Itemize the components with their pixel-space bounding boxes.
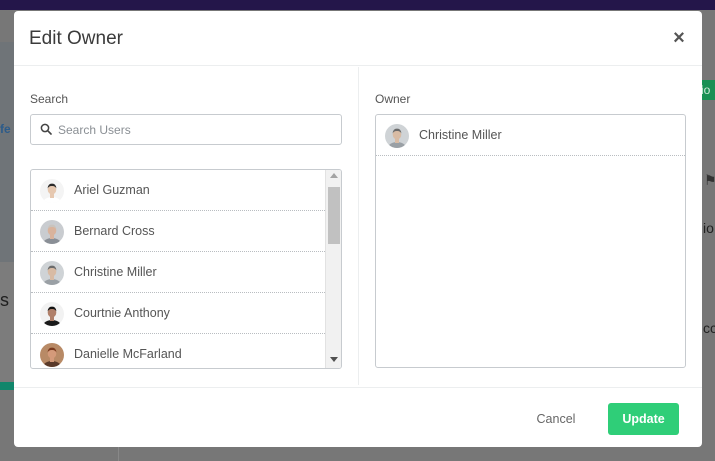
background-left-text: s xyxy=(0,290,9,310)
scroll-thumb[interactable] xyxy=(328,187,340,244)
users-list[interactable]: Ariel Guzman Bernard Cross Christine Mille… xyxy=(30,169,342,369)
background-right-text-lower: cc xyxy=(703,320,715,336)
search-label: Search xyxy=(30,92,69,106)
user-name: Courtnie Anthony xyxy=(74,306,170,320)
background-right-text: io xyxy=(703,220,714,236)
users-list-scrollbar[interactable] xyxy=(325,170,341,368)
search-field[interactable] xyxy=(30,114,342,145)
avatar xyxy=(385,124,409,148)
owner-list: Christine Miller xyxy=(375,114,686,368)
background-right-badge: io xyxy=(701,80,715,100)
column-divider xyxy=(358,67,359,385)
scroll-down-arrow-icon[interactable] xyxy=(330,357,338,362)
dialog-title: Edit Owner xyxy=(29,28,123,49)
background-left-card xyxy=(0,42,14,262)
dialog-header: Edit Owner × xyxy=(14,11,702,66)
background-left-card-lower xyxy=(0,262,14,382)
user-name: Ariel Guzman xyxy=(74,183,150,197)
background-topbar xyxy=(0,0,715,10)
user-list-item[interactable]: Bernard Cross xyxy=(31,211,325,252)
owner-label: Owner xyxy=(375,92,411,106)
close-button[interactable]: × xyxy=(670,28,688,48)
edit-owner-dialog: Edit Owner × Search Ariel Guzman Bernard … xyxy=(14,11,702,447)
avatar xyxy=(40,302,64,326)
user-name: Christine Miller xyxy=(74,265,157,279)
user-name: Bernard Cross xyxy=(74,224,155,238)
avatar xyxy=(40,343,64,367)
background-divider xyxy=(118,447,119,461)
user-list-item[interactable]: Courtnie Anthony xyxy=(31,293,325,334)
background-left-accent xyxy=(0,382,14,390)
scroll-up-arrow-icon[interactable] xyxy=(330,173,338,178)
user-list-item[interactable]: Christine Miller xyxy=(31,252,325,293)
user-list-item[interactable]: Ariel Guzman xyxy=(31,170,325,211)
background-flag-icon: ⚑ xyxy=(704,172,715,188)
user-list-item[interactable]: Danielle McFarland xyxy=(31,334,325,368)
avatar xyxy=(40,179,64,203)
search-icon xyxy=(40,123,52,135)
dialog-footer: Cancel Update xyxy=(14,387,702,447)
avatar xyxy=(40,220,64,244)
cancel-button[interactable]: Cancel xyxy=(526,408,586,430)
user-name: Danielle McFarland xyxy=(74,347,182,361)
user-name: Christine Miller xyxy=(419,128,502,142)
update-button[interactable]: Update xyxy=(608,403,679,435)
avatar xyxy=(40,261,64,285)
owner-list-item[interactable]: Christine Miller xyxy=(376,115,685,156)
background-left-blue-text: fe xyxy=(0,122,11,136)
search-input[interactable] xyxy=(58,116,338,143)
